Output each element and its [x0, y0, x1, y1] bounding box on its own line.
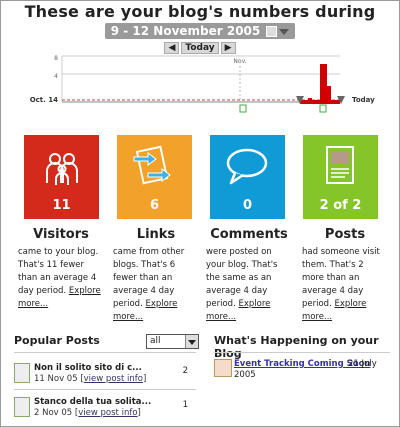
speech-bubble-icon [226, 148, 268, 185]
bar-visits-3 [308, 98, 312, 102]
visitors-count: 11 [52, 198, 71, 213]
visitors-title: Visitors [33, 227, 89, 242]
timeline-chart: 8 4 Nov. Oct. 14 Today [30, 55, 375, 113]
links-tile[interactable]: 6 [117, 135, 192, 219]
post-icon [14, 397, 30, 417]
popular-divider [14, 352, 196, 353]
comments-stat: Comments were posted on your blog. That'… [206, 227, 292, 324]
posts-tile[interactable]: 2 of 2 [303, 135, 378, 219]
links-icon [133, 145, 171, 185]
y-label-4: 4 [54, 73, 58, 80]
post-count: 1 [182, 400, 188, 410]
comments-count: 0 [242, 198, 253, 213]
post-marker-1 [239, 104, 247, 113]
date-range-selector[interactable]: 9 - 12 November 2005 [104, 23, 296, 39]
links-count: 6 [149, 198, 160, 213]
news-icon [214, 359, 232, 377]
post-count: 2 [182, 366, 188, 376]
post-icon [14, 363, 30, 383]
timeline-start-label: Oct. 14 [30, 96, 58, 104]
date-range-row: 9 - 12 November 2005 [0, 20, 400, 39]
links-title: Links [136, 227, 176, 242]
post-divider [14, 389, 196, 390]
timeline-end-label: Today [352, 96, 375, 104]
bar-visits-1 [320, 64, 327, 102]
links-stat: Links came from other blogs. That's 6 fe… [113, 227, 199, 324]
view-post-info-link[interactable]: view post info [78, 408, 137, 418]
post-title[interactable]: Stanco della tua solita... [34, 397, 151, 407]
visitors-tile[interactable]: 11 [24, 135, 99, 219]
popular-posts-title: Popular Posts [14, 334, 100, 347]
news-year: 2005 [234, 370, 256, 380]
people-icon [46, 153, 78, 185]
document-icon [326, 146, 354, 184]
popular-filter-select[interactable]: all [146, 334, 199, 349]
post-title[interactable]: Non il solito sito di c... [34, 363, 142, 373]
chevron-down-icon[interactable] [279, 28, 290, 35]
news-date: 21 July [348, 359, 377, 369]
popular-filter-value: all [150, 336, 161, 346]
post-date: 2 Nov 05 [34, 408, 73, 418]
happening-divider [214, 352, 390, 353]
posts-title: Posts [324, 227, 366, 242]
view-post-info-link[interactable]: view post info [84, 374, 143, 384]
month-label: Nov. [233, 58, 246, 65]
calendar-icon[interactable] [266, 26, 278, 37]
page-title: These are your blog's numbers during [24, 2, 376, 21]
happening-title: What's Happening on your Blog [214, 334, 379, 360]
post-date: 11 Nov 05 [34, 374, 78, 384]
y-label-8: 8 [54, 55, 58, 62]
bar-visits-2 [327, 86, 331, 102]
posts-count: 2 of 2 [319, 198, 362, 213]
posts-stat: Posts had someone visit them. That's 2 m… [302, 227, 388, 324]
visitors-stat: Visitors came to your blog. That's 11 fe… [18, 227, 104, 311]
comments-tile[interactable]: 0 [210, 135, 285, 219]
post-marker-2 [319, 104, 327, 113]
date-range-label: 9 - 12 November 2005 [110, 24, 261, 38]
chevron-down-icon[interactable] [185, 335, 198, 348]
comments-title: Comments [210, 227, 288, 242]
